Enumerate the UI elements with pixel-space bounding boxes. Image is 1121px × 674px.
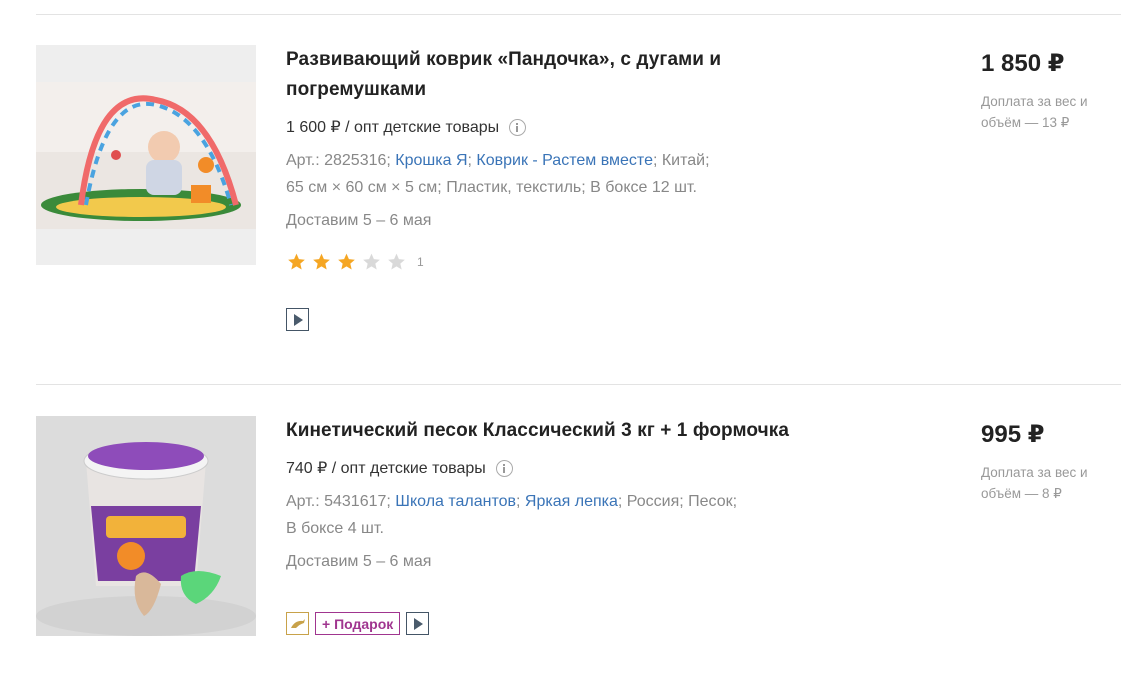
meta-rest: ; Россия; Песок; [617, 493, 738, 510]
wholesale-price-text: 1 600 ₽ / опт детские товары [286, 119, 500, 136]
brand-link[interactable]: Школа талантов [395, 493, 516, 510]
meta-line2: В боксе 4 шт. [286, 520, 384, 537]
series-link[interactable]: Коврик - Растем вместе [476, 152, 653, 169]
wholesale-price-text: 740 ₽ / опт детские товары [286, 460, 486, 477]
product-meta: Арт.: 5431617; Школа талантов; Яркая леп… [286, 488, 846, 542]
star-icon [363, 253, 380, 270]
extra-fee: Доплата за вес и объём — 13 ₽ [981, 94, 1088, 130]
delivery-date: Доставим 5 – 6 мая [286, 212, 432, 229]
info-icon[interactable] [509, 118, 527, 136]
badges [286, 308, 846, 331]
product-title[interactable]: Кинетический песок Классический 3 кг + 1… [286, 416, 846, 446]
product-info: Кинетический песок Классический 3 кг + 1… [286, 416, 846, 635]
rating-stars[interactable]: 1 [286, 252, 846, 272]
product-card: Развивающий коврик «Пандочка», с дугами … [36, 45, 1121, 365]
badges: + Подарок [286, 612, 846, 635]
product-price: 995 ₽ [981, 421, 1045, 448]
wholesale-price: 1 600 ₽ / опт детские товары [286, 117, 846, 137]
info-icon[interactable] [495, 459, 513, 477]
star-icon [288, 253, 305, 270]
article-number: Арт.: 2825316; [286, 152, 391, 169]
rating-count: 1 [417, 255, 424, 269]
meta-rest: ; Китай; [652, 152, 710, 169]
product-info: Развивающий коврик «Пандочка», с дугами … [286, 45, 846, 331]
star-icon [313, 253, 330, 270]
product-image[interactable] [36, 416, 256, 636]
video-icon[interactable] [406, 612, 430, 635]
product-price: 1 850 ₽ [981, 50, 1065, 77]
brand-link[interactable]: Крошка Я [395, 152, 467, 169]
product-image[interactable] [36, 45, 256, 265]
meta-line2: 65 см × 60 см × 5 см; Пластик, текстиль;… [286, 179, 697, 196]
star-icon [338, 253, 355, 270]
dolphin-icon[interactable] [286, 612, 309, 635]
product-title[interactable]: Развивающий коврик «Пандочка», с дугами … [286, 45, 846, 105]
product-card: Кинетический песок Классический 3 кг + 1… [36, 416, 1121, 666]
wholesale-price: 740 ₽ / опт детские товары [286, 458, 846, 478]
product-meta: Арт.: 2825316; Крошка Я; Коврик - Растем… [286, 147, 846, 201]
video-icon[interactable] [286, 308, 309, 331]
article-number: Арт.: 5431617; [286, 493, 391, 510]
top-divider [36, 14, 1121, 15]
series-link[interactable]: Яркая лепка [525, 493, 618, 510]
star-icon [388, 253, 405, 270]
gift-badge[interactable]: + Подарок [315, 612, 401, 635]
delivery-date: Доставим 5 – 6 мая [286, 553, 432, 570]
extra-fee: Доплата за вес и объём — 8 ₽ [981, 465, 1088, 501]
meta-separator: ; [516, 493, 525, 510]
row-divider [36, 384, 1121, 385]
